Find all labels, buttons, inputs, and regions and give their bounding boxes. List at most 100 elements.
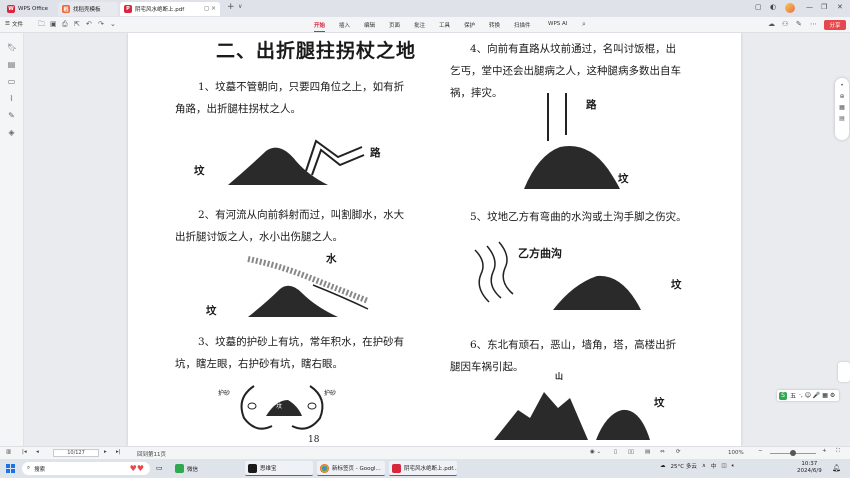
fit-width-icon[interactable]: ⇔ (660, 449, 665, 455)
menu-tools[interactable]: 工具 (439, 21, 450, 29)
float-tool-icon[interactable]: ⊕ (835, 93, 849, 100)
zoom-level[interactable]: 100% (728, 450, 744, 456)
figure-2-cutting-water (247, 256, 370, 317)
rotate-icon[interactable]: ⟳ (676, 449, 681, 455)
open-folder-icon[interactable]: 🗀 (38, 20, 45, 31)
template-icon: 稻 (62, 5, 70, 13)
signature-icon[interactable]: ✎ (7, 111, 16, 120)
taskbar-app-chrome[interactable]: 新标签页 - Googl... (317, 461, 385, 476)
new-tab-button[interactable]: + (227, 2, 235, 12)
menu-wps-ai[interactable]: WPS AI (548, 21, 567, 27)
prev-page-icon[interactable]: ◂ (36, 449, 39, 455)
weather-text[interactable]: 25°C 多云 (671, 462, 697, 470)
para-2-line-2: 出折腿讨饭之人，水小出伤腿之人。 (175, 231, 343, 243)
last-page-icon[interactable]: ▸| (116, 449, 121, 455)
redo-icon[interactable]: ↷ (98, 20, 104, 28)
comment-icon[interactable]: ✎ (796, 20, 802, 28)
print-icon[interactable]: ⎙ (62, 20, 68, 29)
weather-icon[interactable]: ☁ (660, 463, 666, 469)
export-icon[interactable]: ⇱ (74, 20, 80, 28)
menu-convert[interactable]: 转换 (489, 21, 500, 29)
window-list-icon[interactable]: ▢ (755, 3, 762, 11)
close-tab-icon[interactable]: ◻ × (204, 5, 216, 12)
tab-wps-office[interactable]: W WPS Office (3, 2, 55, 16)
app-label: 微信 (187, 466, 199, 473)
double-page-icon[interactable]: ▯▯ (628, 449, 634, 455)
undo-icon[interactable]: ↶ (86, 20, 92, 28)
view-mode-icon[interactable]: ◉ ⌄ (590, 449, 601, 455)
floating-toolbar[interactable]: • ⊕ ▦ ▤ (835, 78, 849, 140)
ime-indicator[interactable]: 中 (711, 462, 717, 470)
menu-scan[interactable]: 扫描件 (514, 21, 531, 29)
first-page-icon[interactable]: |◂ (22, 449, 27, 455)
ime-mode[interactable]: 五 (790, 391, 796, 400)
right-pit (307, 402, 317, 410)
windows-start-icon[interactable] (6, 464, 15, 473)
figure-6-mountain (494, 392, 650, 440)
taskbar-search-box[interactable]: ⌕ 搜索 ♥♥ (22, 462, 150, 475)
zoom-slider-handle[interactable] (790, 450, 796, 456)
grave-mound-6 (596, 409, 650, 440)
close-window-icon[interactable]: ✕ (837, 3, 843, 11)
tab-menu-chevron-icon[interactable]: ∨ (238, 3, 242, 10)
taskbar-app-wps-pdf[interactable]: 阴宅风水绝断上.pdf... (389, 461, 457, 476)
para-3-line-2: 坑，瞎左眼，右护砂有坑，瞎右眼。 (175, 358, 343, 370)
collaborate-icon[interactable]: ⚇ (782, 20, 788, 28)
ditch-curve-1 (474, 249, 490, 303)
sidebar-toggle-icon[interactable]: ▥ (6, 449, 11, 455)
float-dot-icon[interactable]: • (835, 82, 849, 89)
annotation-icon[interactable]: ▭ (7, 77, 16, 86)
document-viewport[interactable]: 二、出折腿拄拐杖之地 1、坟墓不管朝向，只要四角位之上，如有折 角路，出折腿柱拐… (25, 33, 840, 446)
next-page-icon[interactable]: ▸ (104, 449, 107, 455)
save-icon[interactable]: ▣ (50, 20, 57, 28)
float-tool-icon-2[interactable]: ▦ (835, 104, 849, 111)
fig6-mountain-label: 山 (555, 371, 563, 381)
tab-pdf-document[interactable]: P 阴宅风水绝断上.pdf ◻ × (120, 2, 220, 16)
task-view-icon[interactable]: ▭ (156, 464, 163, 472)
fullscreen-icon[interactable]: ⛶ (836, 448, 840, 455)
back-to-page-link[interactable]: 回到第11页 (137, 450, 166, 458)
wechat-icon (175, 464, 184, 473)
menu-insert[interactable]: 插入 (339, 21, 350, 29)
minimize-icon[interactable]: — (806, 3, 813, 11)
cloud-icon[interactable]: ☁ (768, 20, 775, 28)
skin-icon[interactable]: ◐ (770, 3, 776, 11)
page-number-input[interactable]: 10/127 (53, 449, 99, 457)
broken-road-line-2 (311, 148, 365, 176)
taskbar-clock[interactable]: 10:37 2024/6/9 (797, 461, 822, 475)
share-label: 分享 (829, 23, 841, 29)
taskbar-app-siweibao[interactable]: 思维宝 (245, 461, 313, 476)
volume-icon[interactable]: 🔈︎ (732, 463, 735, 470)
avatar[interactable] (785, 3, 795, 13)
zoom-out-icon[interactable]: − (758, 448, 763, 454)
search-icon[interactable]: ⌕ (582, 20, 586, 29)
share-button[interactable]: 分享 (824, 20, 846, 30)
attachment-icon[interactable]: ⌇ (7, 94, 16, 103)
bookmark-icon[interactable]: 🔖︎ (7, 43, 17, 52)
ime-toolbar[interactable]: S 五 ·, ☺ 🎤 ▦ ⚙ (777, 390, 839, 401)
menu-edit[interactable]: 编辑 (364, 21, 375, 29)
menu-home[interactable]: 开始 (314, 21, 326, 32)
more-quick-icon[interactable]: ⌄ (110, 20, 116, 28)
menu-protect[interactable]: 保护 (464, 21, 475, 29)
file-menu-button[interactable]: ☰ 文件 (5, 20, 23, 28)
single-page-icon[interactable]: ▯ (614, 449, 617, 455)
thumbnail-icon[interactable]: ▤ (7, 60, 16, 69)
restore-icon[interactable]: ❐ (821, 3, 827, 11)
more-icon[interactable]: ⋯ (810, 20, 817, 28)
fig3-right-label: 护砂 (324, 390, 337, 397)
float-tool-icon-3[interactable]: ▤ (835, 115, 849, 122)
continuous-page-icon[interactable]: ▤ (645, 449, 650, 455)
tab-template[interactable]: 稻 找稻壳模板 (58, 2, 118, 16)
scroll-helper-button[interactable] (838, 362, 850, 382)
tray-overflow-icon[interactable]: ∧ (702, 463, 706, 469)
menu-comment[interactable]: 批注 (414, 21, 425, 29)
notification-icon[interactable]: 🔔︎ (832, 464, 841, 472)
layers-icon[interactable]: ◈ (7, 128, 16, 137)
zoom-in-icon[interactable]: + (822, 448, 827, 454)
taskbar-app-wechat[interactable]: 微信 (172, 461, 240, 476)
menu-page[interactable]: 页面 (389, 21, 400, 29)
network-icon[interactable]: ◫ (721, 463, 726, 469)
ime-symbols[interactable]: ·, ☺ 🎤 ▦ ⚙ (799, 392, 835, 399)
search-placeholder: 搜索 (34, 466, 46, 473)
